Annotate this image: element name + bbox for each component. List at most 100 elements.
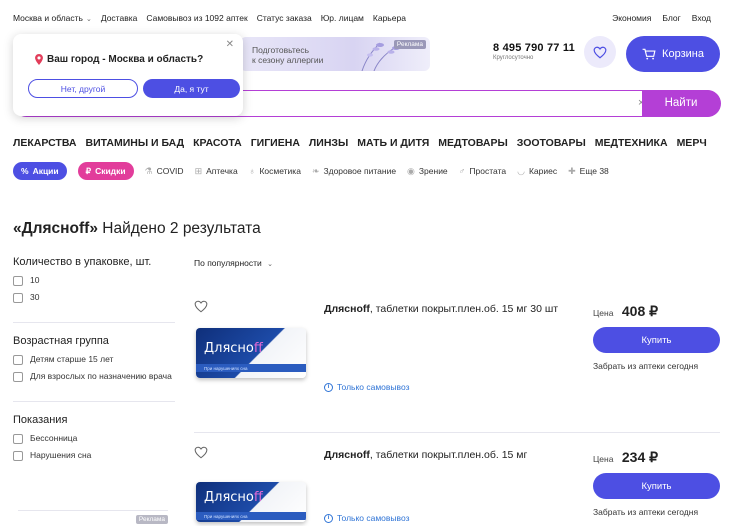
ruble-icon: ₽ (85, 165, 92, 176)
chip-label: Кариес (528, 166, 558, 176)
heart-icon[interactable] (194, 300, 208, 313)
price-label: Цена (593, 454, 614, 464)
filter-option[interactable]: Для взрослых по назначению врача (13, 371, 175, 383)
pack-text: При нарушениях сна (204, 366, 248, 371)
info-icon: i (324, 382, 333, 392)
product-name[interactable]: Дляснoff, таблетки покрыт.плен.об. 15 мг… (324, 302, 574, 316)
ad-badge: Реклама (135, 515, 168, 524)
checkbox[interactable] (13, 354, 23, 365)
category-vitamins[interactable]: ВИТАМИНЫ И БАД (85, 137, 184, 149)
checkbox[interactable] (13, 433, 23, 444)
pack-brand-b: ff (253, 341, 263, 356)
filter-option[interactable]: 10 (13, 275, 175, 286)
favorites-button[interactable] (584, 36, 616, 68)
link-legal[interactable]: Юр. лицам (321, 13, 364, 23)
product-card: Дляснoff При нарушениях сна Дляснoff, та… (194, 300, 720, 430)
category-medicines[interactable]: ЛЕКАРСТВА (13, 137, 76, 149)
chip-healthy-food[interactable]: ❧ Здоровое питание (312, 166, 396, 177)
category-lenses[interactable]: ЛИНЗЫ (309, 137, 348, 149)
chip-vision[interactable]: ◉ Зрение (407, 166, 448, 177)
percent-icon: % (21, 166, 29, 176)
search-query: «Дляснoff» (13, 220, 98, 237)
category-pet[interactable]: ЗООТОВАРЫ (517, 137, 586, 149)
product-image[interactable]: Дляснoff При нарушениях сна (196, 482, 306, 522)
link-economy[interactable]: Экономия (612, 13, 651, 23)
sort-label: По популярности (194, 258, 262, 268)
left-ad[interactable]: Реклама (18, 510, 168, 526)
chip-covid[interactable]: ⚗ COVID (145, 166, 184, 177)
filter-group-indications: Показания Бессонница Нарушения сна (13, 414, 175, 480)
link-pickup[interactable]: Самовывоз из 1092 аптек (146, 13, 247, 23)
city-selector[interactable]: Москва и область ⌄ (13, 13, 92, 23)
pack-text: При нарушениях сна (204, 514, 248, 519)
phone-note: Круглосуточно (493, 55, 534, 61)
checkbox[interactable] (13, 372, 23, 383)
filter-option-label: Детям старше 15 лет (30, 353, 114, 364)
sort-dropdown[interactable]: По популярности ⌄ (194, 258, 273, 268)
category-beauty[interactable]: КРАСОТА (193, 137, 242, 149)
link-order-status[interactable]: Статус заказа (257, 13, 312, 23)
divider (194, 432, 720, 433)
buy-button[interactable]: Купить (593, 473, 720, 499)
product-card: Дляснoff При нарушениях сна Дляснoff, та… (194, 446, 720, 526)
link-careers[interactable]: Карьера (373, 13, 406, 23)
filter-option-label: Бессонница (30, 432, 78, 443)
search-button[interactable]: Найти (641, 89, 721, 117)
buy-button[interactable]: Купить (593, 327, 720, 353)
price-label: Цена (593, 308, 614, 318)
product-name[interactable]: Дляснoff, таблетки покрыт.плен.об. 15 мг (324, 448, 574, 462)
filter-option-label: Для взрослых по назначению врача (30, 371, 172, 382)
ad-banner[interactable]: Подготовьтесь к сезону аллергии Реклама (240, 37, 430, 71)
product-desc: , таблетки покрыт.плен.об. 15 мг 30 шт (369, 303, 559, 315)
chevron-down-icon: ⌄ (267, 261, 274, 268)
pickup-today: Забрать из аптеки сегодня (593, 361, 699, 371)
category-mother-child[interactable]: МАТЬ И ДИТЯ (357, 137, 429, 149)
chip-promo[interactable]: % Акции (13, 162, 67, 180)
filter-option[interactable]: Детям старше 15 лет (13, 354, 175, 365)
checkbox[interactable] (13, 293, 23, 304)
ad-line-1: Подготовьтесь (252, 45, 310, 55)
filter-option-label: 30 (30, 292, 40, 303)
ad-text: Подготовьтесь к сезону аллергии (252, 45, 323, 65)
filter-title: Возрастная группа (13, 334, 109, 347)
chip-discount-label: Скидки (95, 166, 126, 176)
checkbox[interactable] (13, 451, 23, 462)
chip-label: Аптечка (206, 166, 238, 176)
filter-option[interactable]: Нарушения сна (13, 450, 175, 462)
checkbox[interactable] (13, 276, 23, 286)
product-image[interactable]: Дляснoff При нарушениях сна (196, 328, 306, 378)
filter-option-label: 10 (30, 275, 40, 285)
pickup-note: i Только самовывоз (324, 382, 409, 392)
product-desc: , таблетки покрыт.плен.об. 15 мг (369, 449, 528, 461)
chip-caries[interactable]: ◡ Кариес (517, 166, 557, 177)
location-pin-icon (35, 54, 43, 65)
category-merch[interactable]: МЕРЧ (677, 137, 707, 149)
cart-button[interactable]: Корзина (626, 36, 720, 72)
phone-block[interactable]: 8 495 790 77 11 Круглосуточно (493, 42, 575, 61)
heart-icon (593, 46, 607, 58)
filter-option[interactable]: Бессонница (13, 433, 175, 444)
category-medgoods[interactable]: МЕДТОВАРЫ (438, 137, 507, 149)
filter-option[interactable]: 30 (13, 292, 175, 304)
heart-icon[interactable] (194, 446, 208, 459)
category-hygiene[interactable]: ГИГИЕНА (251, 137, 300, 149)
city-yes-button[interactable]: Да, я тут (143, 79, 240, 98)
link-blog[interactable]: Блог (662, 13, 680, 23)
link-delivery[interactable]: Доставка (101, 13, 138, 23)
city-no-button[interactable]: Нет, другой (28, 79, 138, 98)
close-icon[interactable]: ✕ (226, 39, 234, 50)
chip-cosmetics[interactable]: ♁ Косметика (249, 166, 301, 176)
ad-badge: Реклама (393, 40, 426, 49)
chip-first-aid[interactable]: ⊞ Аптечка (195, 166, 238, 177)
first-aid-icon: ⊞ (194, 165, 203, 176)
tooth-icon: ◡ (517, 165, 525, 176)
phone-number: 8 495 790 77 11 (493, 42, 575, 54)
link-login[interactable]: Вход (692, 13, 711, 23)
chip-prostate[interactable]: ♂ Простата (459, 166, 506, 176)
cart-icon (642, 48, 656, 60)
category-medtech[interactable]: МЕДТЕХНИКА (595, 137, 668, 149)
chip-discount[interactable]: ₽ Скидки (77, 162, 134, 180)
pack-brand: Дляснoff (204, 490, 263, 505)
chip-more[interactable]: ✚ Еще 38 (568, 166, 609, 177)
product-brand: Дляснoff (324, 449, 370, 461)
